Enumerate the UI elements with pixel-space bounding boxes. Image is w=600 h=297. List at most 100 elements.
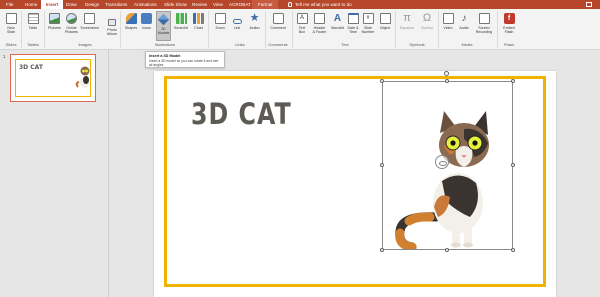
group-label-images: Images [78, 42, 92, 47]
chart-button[interactable]: Chart [192, 13, 205, 30]
group-label-tables: Tables [27, 42, 39, 47]
tooltip-body: Insert a 3D model so you can rotate it a… [149, 58, 219, 67]
tab-animations[interactable]: Animations [134, 0, 157, 9]
thumbnail-title: 3D CAT [19, 64, 43, 71]
tab-slide-show[interactable]: Slide Show [164, 0, 187, 9]
screen-recording-button[interactable]: Screen Recording [473, 13, 495, 34]
rotate-handle[interactable] [444, 71, 449, 76]
shapes-icon [125, 13, 137, 24]
tab-review[interactable]: Review [192, 0, 207, 9]
new-slide-button[interactable]: New Slide [4, 13, 18, 34]
tab-acrobat[interactable]: ACROBAT [229, 0, 251, 9]
resize-handle-top[interactable] [445, 79, 449, 83]
group-label-symbols: Symbols [409, 42, 425, 47]
speaker-icon: ♪ [461, 13, 467, 24]
equation-label: Equation [399, 25, 415, 30]
resize-handle-left[interactable] [380, 163, 384, 167]
tab-design[interactable]: Design [85, 0, 99, 9]
resize-handle-top-left[interactable] [380, 79, 384, 83]
icons-button[interactable]: Icons [140, 13, 153, 30]
wordart-icon: A [333, 13, 342, 24]
resize-handle-right[interactable] [511, 163, 515, 167]
3d-cube-icon [157, 13, 170, 26]
header-footer-button[interactable]: Header & Footer [311, 13, 328, 34]
slide-number-icon: # [362, 13, 374, 24]
shapes-button[interactable]: Shapes [124, 13, 138, 30]
audio-button[interactable]: ♪ Audio [457, 13, 471, 30]
zoom-label: Zoom [215, 25, 225, 30]
pane-splitter[interactable] [108, 50, 109, 297]
header-footer-label: Header & Footer [312, 25, 327, 34]
screenshot-icon [84, 13, 95, 24]
tell-me-search[interactable]: Tell me what you want to do [288, 0, 352, 9]
pictures-button[interactable]: Pictures [47, 13, 62, 30]
embed-flash-label: Embed Flash [503, 25, 515, 34]
tab-draw[interactable]: Draw [66, 0, 77, 9]
zoom-button[interactable]: Zoom [213, 13, 227, 30]
ribbon-separator [395, 11, 396, 48]
tooltip-title: Insert a 3D Model [149, 53, 181, 58]
table-label: Table [28, 25, 38, 30]
video-icon [442, 13, 454, 24]
object-icon [379, 13, 391, 24]
slide-canvas[interactable]: 3D CAT [154, 71, 556, 297]
object-button[interactable]: Object [378, 13, 392, 30]
header-footer-icon [314, 13, 325, 24]
smartart-button[interactable]: SmartArt [173, 13, 189, 30]
comment-button[interactable]: Comment [268, 13, 288, 30]
omega-icon: Ω [422, 12, 432, 24]
ribbon-separator [21, 11, 22, 48]
slide-thumbnail-1[interactable]: 3D CAT [10, 54, 96, 102]
group-label-comments: Comments [268, 42, 288, 47]
tab-home[interactable]: Home [25, 0, 37, 9]
link-button[interactable]: Link [231, 19, 243, 30]
equation-button[interactable]: π Equation [398, 13, 416, 30]
embed-flash-button[interactable]: f Embed Flash [500, 13, 518, 34]
tab-format[interactable]: Format [258, 0, 273, 9]
photo-album-button[interactable]: Photo Album [104, 19, 120, 36]
rotate-3d-icon[interactable] [435, 155, 449, 169]
table-button[interactable]: Table [26, 13, 40, 30]
share-icon[interactable] [586, 2, 592, 7]
text-box-button[interactable]: A Text Box [295, 13, 309, 34]
screenshot-button[interactable]: Screenshot [80, 13, 99, 30]
bar-chart-icon [193, 13, 204, 24]
tab-insert[interactable]: Insert [41, 0, 63, 9]
resize-handle-top-right[interactable] [511, 79, 515, 83]
smartart-label: SmartArt [173, 25, 189, 30]
slide-title[interactable]: 3D CAT [191, 97, 292, 131]
symbol-button[interactable]: Ω Symbol [419, 13, 435, 30]
screen-recording-label: Screen Recording [475, 25, 493, 34]
screen-recording-icon [478, 13, 490, 24]
resize-handle-bottom-left[interactable] [380, 248, 384, 252]
chart-label: Chart [194, 25, 203, 30]
lightbulb-icon [288, 2, 292, 7]
date-time-button[interactable]: Date & Time [346, 13, 360, 34]
online-pictures-button[interactable]: Online Pictures [64, 13, 79, 34]
online-pictures-icon [66, 13, 77, 24]
3d-models-button[interactable]: 3D Models [156, 11, 171, 41]
3d-cat-model[interactable] [390, 99, 506, 249]
new-slide-label: New Slide [7, 25, 15, 34]
resize-handle-bottom-right[interactable] [511, 248, 515, 252]
video-button[interactable]: Video [441, 13, 455, 30]
slide-number-button[interactable]: # Slide Number [361, 13, 375, 34]
smartart-icon [175, 13, 187, 24]
comment-icon [272, 13, 284, 24]
tab-view[interactable]: View [213, 0, 223, 9]
date-time-label: Date & Time [347, 25, 359, 34]
flash-icon: f [503, 13, 515, 24]
action-button[interactable]: ★ Action [247, 13, 262, 30]
tell-me-text: Tell me what you want to do [295, 2, 352, 7]
tab-transitions[interactable]: Transitions [105, 0, 127, 9]
symbol-label: Symbol [421, 25, 433, 30]
icons-label: Icons [142, 25, 151, 30]
shapes-label: Shapes [124, 25, 138, 30]
zoom-icon [214, 13, 226, 24]
wordart-label: WordArt [330, 25, 345, 30]
photo-album-label: Photo Album [106, 27, 118, 36]
slide-number-label: Slide Number [361, 25, 375, 34]
wordart-button[interactable]: A WordArt [330, 13, 345, 30]
tab-file[interactable]: File [6, 0, 13, 9]
new-slide-icon [5, 13, 17, 24]
